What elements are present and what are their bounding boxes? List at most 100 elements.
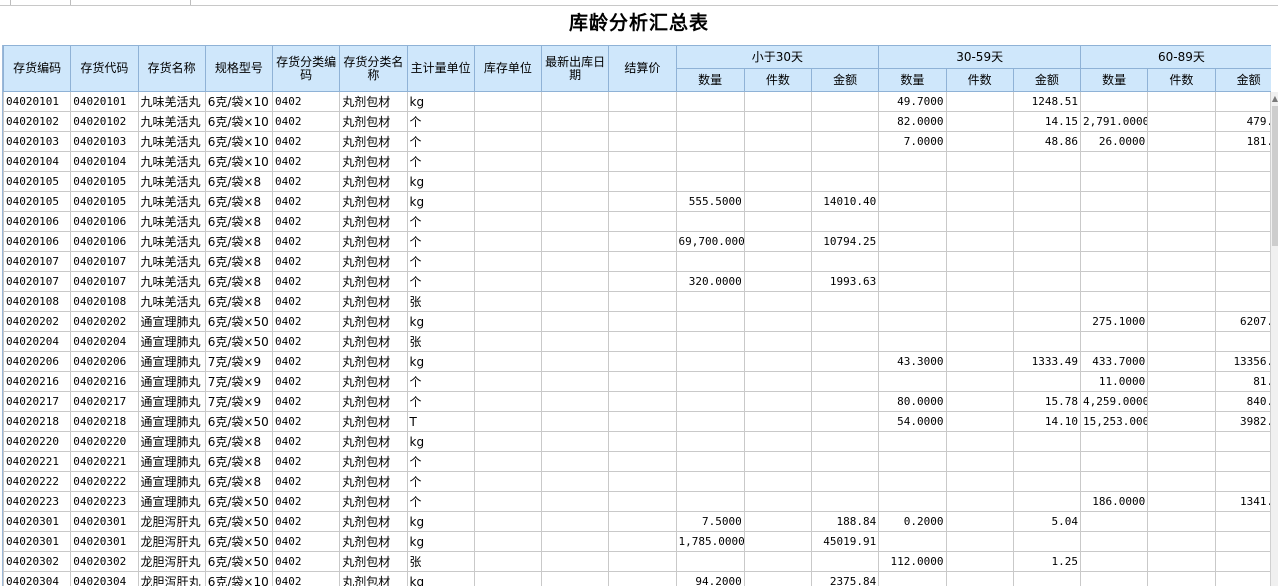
table-cell[interactable]: 6克/袋×8: [204, 251, 274, 272]
table-cell[interactable]: [878, 171, 947, 192]
table-cell[interactable]: [1147, 91, 1216, 112]
table-cell[interactable]: [810, 351, 880, 372]
table-cell[interactable]: [878, 531, 947, 552]
table-cell[interactable]: 94.2000: [675, 571, 745, 586]
table-cell[interactable]: 0402: [271, 251, 341, 272]
table-cell[interactable]: [608, 91, 677, 112]
table-cell[interactable]: 04020105: [70, 171, 139, 192]
table-cell[interactable]: [608, 111, 677, 132]
table-cell[interactable]: 个: [406, 111, 475, 132]
table-cell[interactable]: [540, 211, 610, 232]
table-cell[interactable]: 320.0000: [675, 271, 745, 292]
table-cell[interactable]: 6克/袋×10: [204, 91, 274, 112]
table-cell[interactable]: 九味羌活丸: [137, 251, 206, 272]
table-cell[interactable]: 3982.5: [1214, 411, 1271, 432]
table-cell[interactable]: [1214, 151, 1271, 172]
table-cell[interactable]: [608, 491, 677, 512]
table-cell[interactable]: [1080, 211, 1149, 232]
table-cell[interactable]: [540, 111, 610, 132]
table-row[interactable]: 04020107 04020107 九味羌活丸 6克/袋×8 0402 丸剂包材个 320.…: [3, 271, 1271, 292]
table-cell[interactable]: 丸剂包材: [339, 171, 408, 192]
col-header-last-out-date[interactable]: 最新出库日期: [540, 45, 610, 92]
table-cell[interactable]: [810, 151, 880, 172]
table-cell[interactable]: [1147, 531, 1216, 552]
table-cell[interactable]: 6克/袋×50: [204, 531, 274, 552]
table-cell[interactable]: [540, 351, 610, 372]
table-cell[interactable]: 九味羌活丸: [137, 111, 206, 132]
table-cell[interactable]: 7.5000: [675, 511, 745, 532]
table-cell[interactable]: 0.2000: [878, 511, 947, 532]
table-cell[interactable]: 7克/袋×9: [204, 371, 274, 392]
table-cell[interactable]: 个: [406, 451, 475, 472]
table-cell[interactable]: 04020104: [3, 151, 72, 172]
table-cell[interactable]: 0402: [271, 91, 341, 112]
table-cell[interactable]: [810, 331, 880, 352]
table-cell[interactable]: 04020301: [70, 531, 139, 552]
table-cell[interactable]: 0402: [271, 451, 341, 472]
table-cell[interactable]: 04020204: [70, 331, 139, 352]
table-row[interactable]: 04020105 04020105 九味羌活丸 6克/袋×8 0402 丸剂包材 kg: [3, 171, 1271, 192]
table-cell[interactable]: [540, 491, 610, 512]
table-cell[interactable]: 丸剂包材: [339, 231, 408, 252]
col-header-qty[interactable]: 数量: [675, 68, 745, 92]
table-cell[interactable]: [743, 331, 813, 352]
table-cell[interactable]: 433.7000: [1080, 351, 1149, 372]
table-cell[interactable]: 丸剂包材: [339, 511, 408, 532]
table-cell[interactable]: 6克/袋×50: [204, 491, 274, 512]
table-cell[interactable]: 丸剂包材: [339, 371, 408, 392]
table-cell[interactable]: 275.1000: [1080, 311, 1149, 332]
table-cell[interactable]: [1214, 251, 1271, 272]
table-cell[interactable]: [675, 551, 745, 572]
scroll-thumb[interactable]: [1272, 106, 1278, 246]
table-cell[interactable]: kg: [406, 511, 475, 532]
table-cell[interactable]: [540, 171, 610, 192]
col-header-spec[interactable]: 规格型号: [204, 45, 274, 92]
col-header-item-code[interactable]: 存货编码: [3, 45, 72, 92]
table-cell[interactable]: 48.86: [1012, 131, 1082, 152]
col-header-amount[interactable]: 金额: [1012, 68, 1082, 92]
table-cell[interactable]: [608, 471, 677, 492]
table-cell[interactable]: [743, 111, 813, 132]
table-cell[interactable]: [743, 131, 813, 152]
table-row[interactable]: 04020106 04020106 九味羌活丸 6克/袋×8 0402 丸剂包材个: [3, 211, 1271, 232]
table-cell[interactable]: 4,259.0000: [1080, 391, 1149, 412]
table-cell[interactable]: [1012, 271, 1082, 292]
table-cell[interactable]: 0402: [271, 571, 341, 586]
table-cell[interactable]: [540, 371, 610, 392]
table-row[interactable]: 04020218 04020218 通宣理肺丸 6克/袋×50 0402 丸剂包材 T 54.…: [3, 411, 1271, 432]
table-cell[interactable]: [675, 331, 745, 352]
table-cell[interactable]: 个: [406, 211, 475, 232]
table-cell[interactable]: 04020217: [70, 391, 139, 412]
table-cell[interactable]: [540, 331, 610, 352]
table-cell[interactable]: [1147, 191, 1216, 212]
table-cell[interactable]: 0402: [271, 231, 341, 252]
table-cell[interactable]: [1080, 571, 1149, 586]
table-cell[interactable]: 6克/袋×8: [204, 191, 274, 212]
table-cell[interactable]: 通宣理肺丸: [137, 491, 206, 512]
table-cell[interactable]: 04020106: [3, 231, 72, 252]
table-cell[interactable]: [945, 351, 1014, 372]
table-cell[interactable]: 丸剂包材: [339, 491, 408, 512]
table-cell[interactable]: [608, 351, 677, 372]
report-grid[interactable]: 存货编码 存货代码 存货名称 规格型号 存货分类编码 存货分类名称 主计量单位 …: [2, 45, 1271, 586]
table-cell[interactable]: [540, 411, 610, 432]
table-cell[interactable]: [945, 151, 1014, 172]
table-cell[interactable]: [1080, 291, 1149, 312]
table-cell[interactable]: 丸剂包材: [339, 251, 408, 272]
table-cell[interactable]: [1012, 531, 1082, 552]
table-cell[interactable]: [810, 131, 880, 152]
table-cell[interactable]: 个: [406, 391, 475, 412]
table-cell[interactable]: [608, 311, 677, 332]
table-cell[interactable]: [473, 131, 543, 152]
table-cell[interactable]: [743, 191, 813, 212]
table-cell[interactable]: [1147, 171, 1216, 192]
table-cell[interactable]: 通宣理肺丸: [137, 451, 206, 472]
table-cell[interactable]: 0402: [271, 151, 341, 172]
table-cell[interactable]: 0402: [271, 551, 341, 572]
table-cell[interactable]: [810, 411, 880, 432]
table-cell[interactable]: [540, 91, 610, 112]
table-cell[interactable]: [1147, 111, 1216, 132]
table-row[interactable]: 04020101 04020101 九味羌活丸 6克/袋×10 0402 丸剂包材 kg 49…: [3, 91, 1271, 112]
table-cell[interactable]: [608, 171, 677, 192]
table-cell[interactable]: 04020222: [70, 471, 139, 492]
